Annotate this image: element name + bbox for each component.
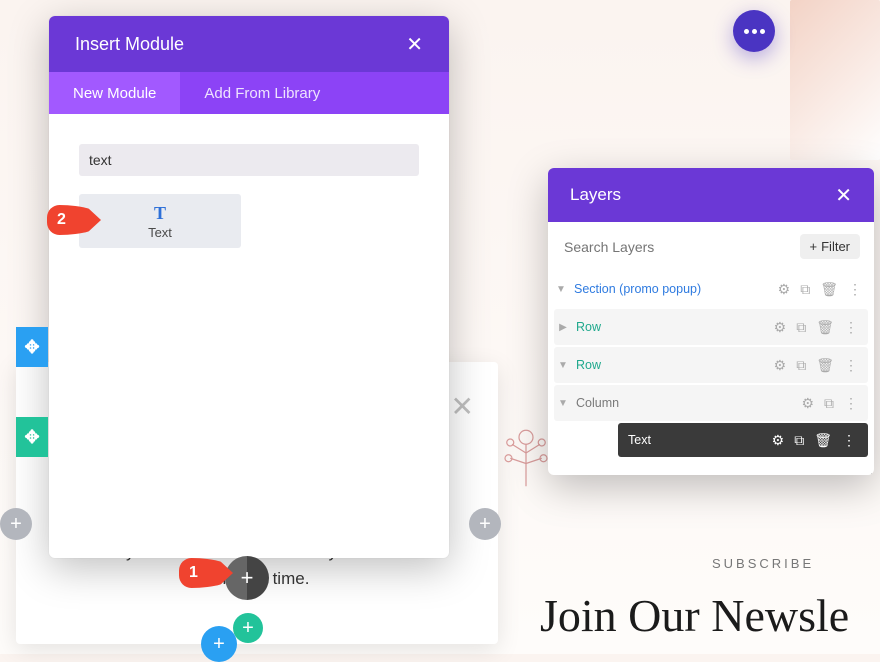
- trash-icon[interactable]: 🗑: [814, 432, 832, 449]
- duplicate-icon[interactable]: ⧉: [794, 432, 804, 449]
- layer-label[interactable]: Row: [576, 320, 768, 334]
- row-drag-handle[interactable]: ✥: [16, 417, 48, 457]
- dot-icon: [760, 29, 765, 34]
- layer-row-row[interactable]: ▶ Row ⚙ ⧉ 🗑 ⋮: [554, 309, 868, 345]
- kebab-icon[interactable]: ⋮: [842, 432, 856, 449]
- add-section-button-right[interactable]: +: [469, 508, 501, 540]
- subscribe-headline: Join Our Newsle: [540, 589, 880, 642]
- subscribe-section: SUBSCRIBE Join Our Newsle: [540, 556, 880, 642]
- gear-icon[interactable]: ⚙: [772, 432, 785, 449]
- layer-row-row[interactable]: ▼ Row ⚙ ⧉ 🗑 ⋮: [554, 347, 868, 383]
- insert-module-header: Insert Module ✕: [49, 16, 449, 72]
- add-section-button[interactable]: +: [201, 626, 237, 662]
- subscribe-kicker: SUBSCRIBE: [712, 556, 880, 571]
- trash-icon[interactable]: 🗑: [816, 357, 834, 374]
- layer-label[interactable]: Column: [576, 396, 795, 410]
- gear-icon[interactable]: ⚙: [774, 319, 787, 336]
- layer-row-text-module[interactable]: Text ⚙ ⧉ 🗑 ⋮: [618, 423, 868, 457]
- layer-label[interactable]: Text: [628, 433, 766, 447]
- layer-row-section[interactable]: ▼ Section (promo popup) ⚙ ⧉ 🗑 ⋮: [554, 271, 868, 307]
- layer-row-column[interactable]: ▼ Column ⚙ ⧉ ⋮: [554, 385, 868, 421]
- trash-icon[interactable]: 🗑: [816, 319, 834, 336]
- gear-icon[interactable]: ⚙: [778, 281, 791, 298]
- trash-icon[interactable]: 🗑: [820, 281, 838, 298]
- background-product-image: [790, 0, 880, 160]
- collapse-icon[interactable]: ▼: [556, 398, 570, 409]
- layers-title: Layers: [570, 185, 621, 205]
- tab-new-module[interactable]: New Module: [49, 72, 180, 114]
- layers-filter-button[interactable]: + Filter: [800, 234, 860, 259]
- add-section-button-left[interactable]: +: [0, 508, 32, 540]
- page-options-button[interactable]: [733, 10, 775, 52]
- kebab-icon[interactable]: ⋮: [844, 395, 858, 412]
- duplicate-icon[interactable]: ⧉: [800, 281, 810, 298]
- close-icon[interactable]: ✕: [451, 390, 474, 423]
- module-result-text[interactable]: T Text: [79, 194, 241, 248]
- text-module-icon: T: [154, 203, 166, 224]
- close-icon[interactable]: ✕: [835, 183, 852, 208]
- layers-header: Layers ✕: [548, 168, 874, 222]
- duplicate-icon[interactable]: ⧉: [796, 357, 806, 374]
- dot-icon: [752, 29, 757, 34]
- insert-module-tabs: New Module Add From Library: [49, 72, 449, 114]
- add-module-split-button[interactable]: +: [225, 556, 269, 600]
- module-search-input[interactable]: [79, 144, 419, 176]
- module-result-label: Text: [148, 225, 172, 240]
- layer-label[interactable]: Row: [576, 358, 768, 372]
- callout-number: 1: [189, 564, 198, 582]
- section-drag-handle[interactable]: ✥: [16, 327, 48, 367]
- insert-module-panel: Insert Module ✕ New Module Add From Libr…: [49, 16, 449, 558]
- close-icon[interactable]: ✕: [406, 32, 423, 57]
- kebab-icon[interactable]: ⋮: [844, 357, 858, 374]
- gear-icon[interactable]: ⚙: [801, 395, 814, 412]
- callout-number: 2: [57, 211, 66, 229]
- dot-icon: [744, 29, 749, 34]
- gear-icon[interactable]: ⚙: [774, 357, 787, 374]
- plus-icon: +: [810, 239, 818, 254]
- layer-label[interactable]: Section (promo popup): [574, 282, 772, 296]
- insert-module-title: Insert Module: [75, 34, 184, 55]
- duplicate-icon[interactable]: ⧉: [824, 395, 834, 412]
- collapse-icon[interactable]: ▼: [554, 284, 568, 295]
- kebab-icon[interactable]: ⋮: [844, 319, 858, 336]
- add-row-button[interactable]: +: [233, 613, 263, 643]
- collapse-icon[interactable]: ▼: [556, 360, 570, 371]
- layers-search-input[interactable]: [562, 235, 792, 259]
- move-icon: ✥: [24, 337, 39, 358]
- flower-decoration-icon: [498, 418, 554, 488]
- tab-add-from-library[interactable]: Add From Library: [180, 72, 344, 114]
- filter-label: Filter: [821, 239, 850, 254]
- duplicate-icon[interactable]: ⧉: [796, 319, 806, 336]
- expand-icon[interactable]: ▶: [556, 322, 570, 333]
- layers-panel: Layers ✕ + Filter ▼ Section (promo popup…: [548, 168, 874, 475]
- kebab-icon[interactable]: ⋮: [848, 281, 862, 298]
- move-icon: ✥: [24, 427, 39, 448]
